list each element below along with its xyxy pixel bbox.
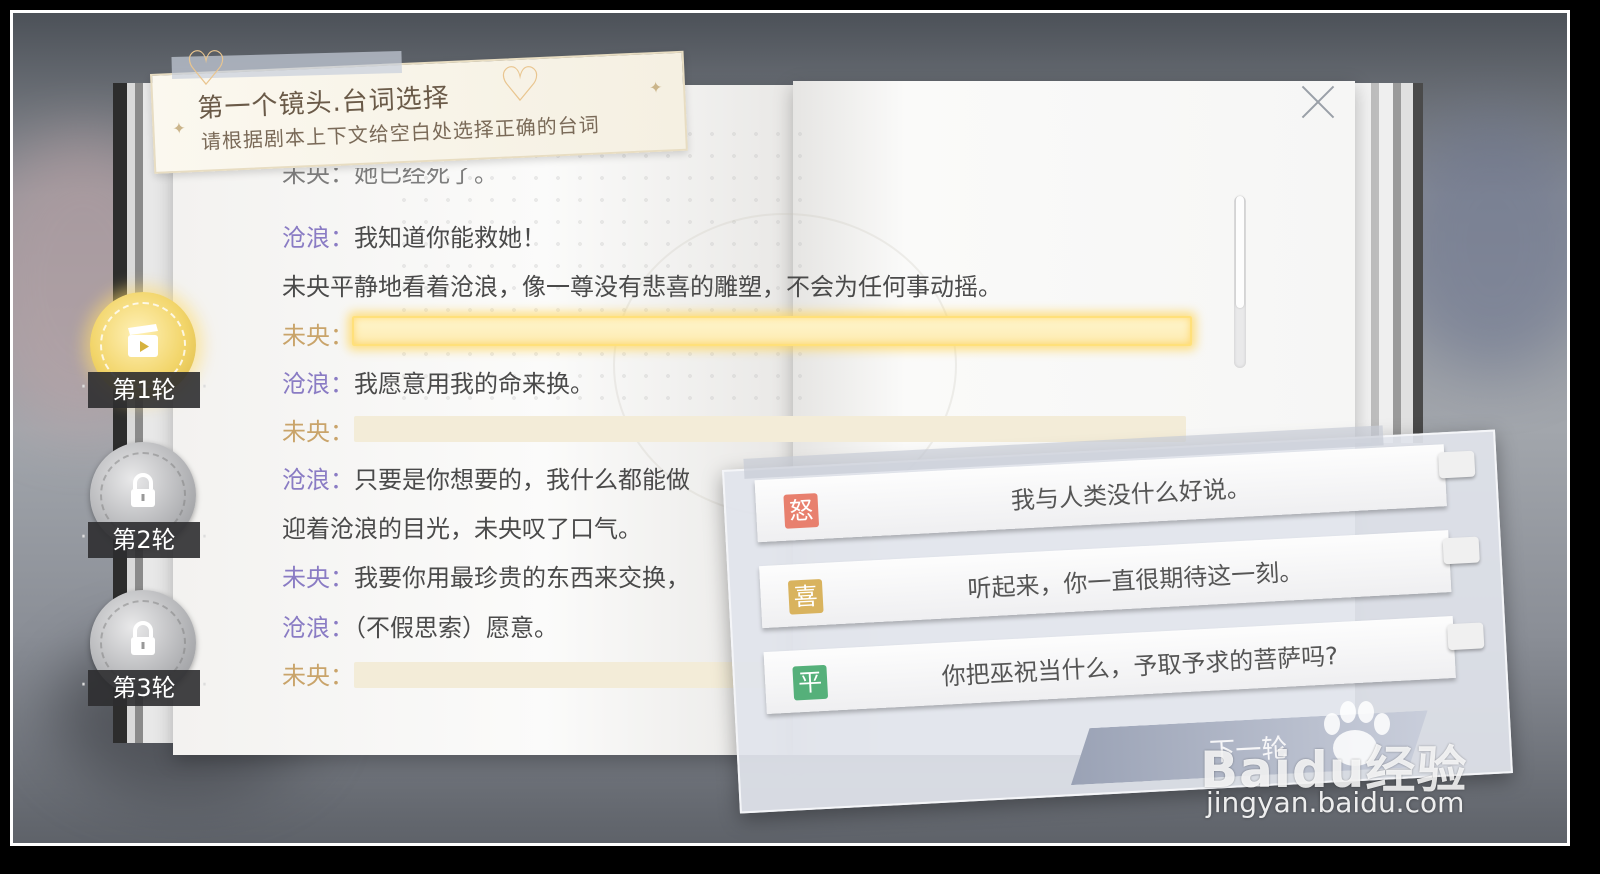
blank-slot[interactable] — [354, 662, 794, 688]
sparkle-icon: ✦ — [171, 118, 187, 139]
script-line: 未央： — [282, 316, 354, 351]
round-label: 第2轮 — [80, 520, 208, 558]
round-2-button[interactable]: 第2轮 — [78, 442, 208, 572]
option-text: 我与人类没什么好说。 — [1010, 474, 1252, 515]
watermark-url: jingyan.baidu.com — [1206, 786, 1465, 819]
blank-slot[interactable] — [354, 416, 1186, 442]
line-text: 我要你用最珍贵的东西来交换， — [354, 564, 690, 592]
sparkle-icon: ✦ — [648, 77, 663, 98]
option-happy[interactable]: 喜 听起来，你一直很期待这一刻。 — [759, 530, 1480, 629]
round-label: 第1轮 — [80, 370, 208, 408]
paper-clip — [1438, 450, 1476, 479]
script-line: 未央平静地看着沧浪，像一尊没有悲喜的雕塑，不会为任何事动摇。 — [282, 267, 1002, 302]
option-text: 听起来，你一直很期待这一刻。 — [966, 557, 1304, 604]
paper-clip — [1447, 622, 1485, 651]
lock-icon — [131, 473, 155, 507]
script-line: 沧浪：我愿意用我的命来换。 — [282, 364, 594, 399]
script-line: 沧浪：只要是你想要的，我什么都能做 — [282, 460, 690, 495]
script-line: 未央： — [282, 412, 354, 447]
script-line-partial: 未央：她已经死了。 — [282, 168, 498, 188]
script-line: 未央：我要你用最珍贵的东西来交换， — [282, 558, 690, 593]
close-icon[interactable] — [1300, 84, 1336, 120]
baidu-watermark: Baidu经验 jingyan.baidu.com — [1200, 700, 1500, 830]
line-text: （不假思索）愿意。 — [354, 614, 558, 642]
speaker-label: 沧浪： — [282, 614, 354, 642]
emotion-tag: 平 — [792, 664, 829, 701]
line-text: 未央平静地看着沧浪，像一尊没有悲喜的雕塑，不会为任何事动摇。 — [282, 273, 1002, 301]
speaker-label: 沧浪： — [282, 466, 354, 494]
speaker-label: 沧浪： — [282, 224, 354, 252]
heart-icon: ♡ — [498, 57, 542, 113]
option-angry[interactable]: 怒 我与人类没什么好说。 — [754, 444, 1476, 543]
round-label: 第3轮 — [80, 668, 208, 706]
line-text: 只要是你想要的，我什么都能做 — [354, 466, 690, 494]
round-1-button[interactable]: 第1轮 — [78, 292, 208, 422]
heart-icon: ♡ — [184, 41, 228, 97]
line-text: 我知道你能救她！ — [354, 224, 546, 252]
emotion-tag: 怒 — [783, 493, 820, 529]
speaker-label: 未央： — [282, 564, 354, 592]
emotion-tag: 喜 — [787, 578, 824, 615]
paper-clip — [1442, 536, 1480, 565]
speaker-label: 沧浪： — [282, 370, 354, 398]
scroll-thumb[interactable] — [1236, 196, 1244, 308]
speaker-label: 未央： — [282, 322, 354, 350]
speaker-label: 未央： — [282, 418, 354, 446]
line-text: 迎着沧浪的目光，未央叹了口气。 — [282, 515, 642, 543]
lock-icon — [131, 621, 155, 655]
speaker-label: 未央： — [282, 662, 354, 690]
line-text: 我愿意用我的命来换。 — [354, 370, 594, 398]
script-line: 沧浪：（不假思索）愿意。 — [282, 608, 558, 643]
script-line: 迎着沧浪的目光，未央叹了口气。 — [282, 509, 642, 544]
active-blank-slot[interactable] — [352, 316, 1192, 346]
clapperboard-icon — [128, 324, 158, 357]
book-spine-right — [1353, 83, 1423, 443]
round-3-button[interactable]: 第3轮 — [78, 590, 208, 720]
script-line: 沧浪：我知道你能救她！ — [282, 218, 546, 253]
script-scrollbar[interactable] — [1234, 196, 1246, 368]
option-text: 你把巫祝当什么，予取予求的菩萨吗? — [941, 642, 1339, 691]
script-line: 未央： — [282, 656, 354, 691]
